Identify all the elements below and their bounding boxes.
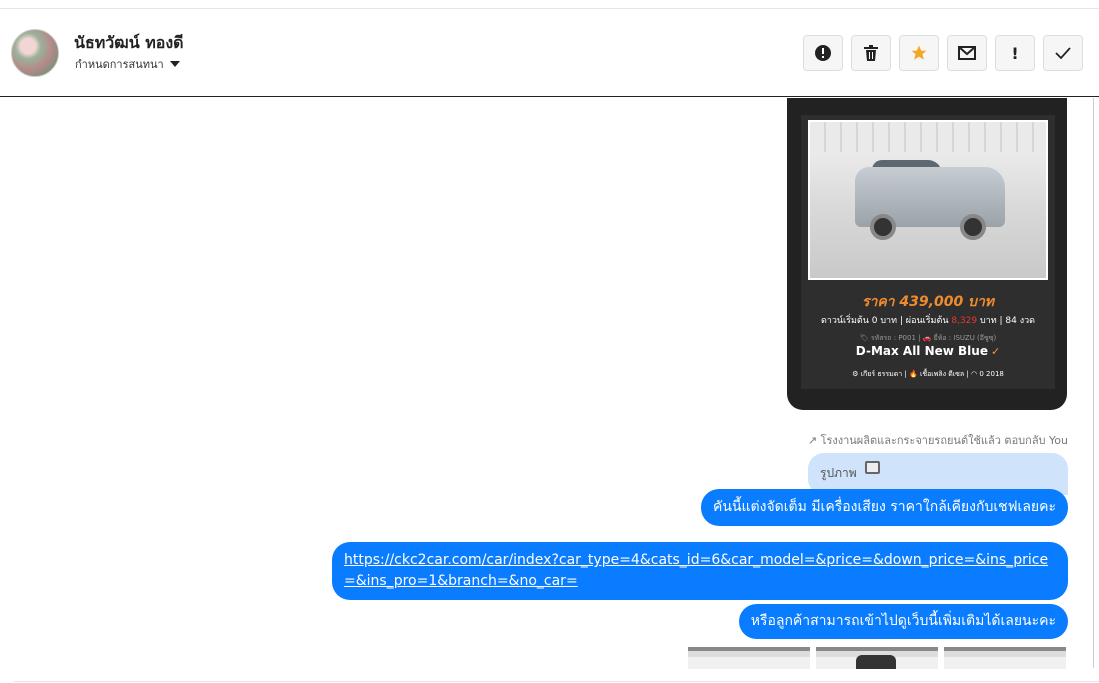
car-specs: ⚙ เกียร์ ธรรมดา | 🔥 เชื้อเพลิง ดีเซล | ◠…	[852, 370, 1004, 378]
reply-note: ↗ โรงงานผลิตและกระจายรถยนต์ใช้แล้ว ตอบกล…	[807, 434, 1068, 447]
header-toolbar: !	[803, 35, 1083, 71]
report-button[interactable]	[803, 35, 843, 71]
caret-down-icon	[169, 61, 180, 67]
trash-icon	[864, 45, 878, 61]
exclamation-icon: !	[1011, 43, 1019, 63]
finance-amount: 8,329	[951, 316, 978, 326]
star-button[interactable]	[899, 35, 939, 71]
image-thumbnail[interactable]	[816, 647, 938, 669]
conversation-settings-label: กำหนดการสนทนา	[75, 58, 164, 71]
car-price: ราคา 439,000 บาท	[861, 294, 995, 310]
car-photo	[808, 120, 1048, 280]
finance-suffix: บาท | 84 งวด	[977, 316, 1036, 326]
quoted-label: รูปภาพ	[820, 466, 857, 480]
star-icon	[911, 45, 927, 60]
exclamation-circle-icon	[815, 45, 831, 61]
car-listing-content: ราคา 439,000 บาท ดาวน์เริ่มต้น 0 บาท | ผ…	[801, 115, 1055, 389]
car-meta: 🏷 รหัสรถ : P001 | 🚗 ยี่ห้อ : ISUZU (อีซู…	[859, 334, 997, 342]
done-button[interactable]	[1043, 35, 1083, 71]
conversation-settings-dropdown[interactable]: กำหนดการสนทนา	[75, 55, 180, 73]
car-listing-link[interactable]: https://ckc2car.com/car/index?car_type=4…	[344, 552, 1048, 589]
avatar[interactable]	[11, 29, 59, 77]
conversation-header: นัธทวัฒน์ ทองดี กำหนดการสนทนา !	[0, 9, 1099, 97]
message-bubble[interactable]: หรือลูกค้าสามารถเข้าไปดูเว็บนี้เพิ่มเติม…	[738, 604, 1068, 639]
image-thumbnail[interactable]	[688, 647, 810, 669]
envelope-icon	[958, 46, 976, 60]
check-icon	[1055, 47, 1071, 60]
car-listing-card[interactable]: ราคา 439,000 บาท ดาวน์เริ่มต้น 0 บาท | ผ…	[787, 98, 1067, 410]
bottom-divider	[14, 681, 1099, 682]
important-button[interactable]: !	[995, 35, 1035, 71]
scrollbar[interactable]	[1093, 98, 1099, 668]
finance-prefix: ดาวน์เริ่มต้น 0 บาท | ผ่อนเริ่มต้น	[820, 316, 952, 326]
image-thumbnail[interactable]	[944, 647, 1066, 669]
message-thread[interactable]: ราคา 439,000 บาท ดาวน์เริ่มต้น 0 บาท | ผ…	[0, 98, 1099, 683]
verified-check-icon: ✓	[990, 345, 1001, 358]
mark-unread-button[interactable]	[947, 35, 987, 71]
car-model: D-Max All New Blue ✓	[801, 344, 1055, 358]
link-message-bubble[interactable]: https://ckc2car.com/car/index?car_type=4…	[332, 542, 1068, 600]
contact-name[interactable]: นัธทวัฒน์ ทองดี	[74, 31, 184, 56]
car-model-label: D-Max All New Blue	[855, 344, 988, 358]
car-finance-terms: ดาวน์เริ่มต้น 0 บาท | ผ่อนเริ่มต้น 8,329…	[801, 313, 1055, 327]
message-bubble[interactable]: คันนี้แต่งจัดเต็ม มีเครื่องเสียง ราคาใกล…	[701, 489, 1068, 526]
delete-button[interactable]	[851, 35, 891, 71]
image-icon	[865, 461, 880, 474]
